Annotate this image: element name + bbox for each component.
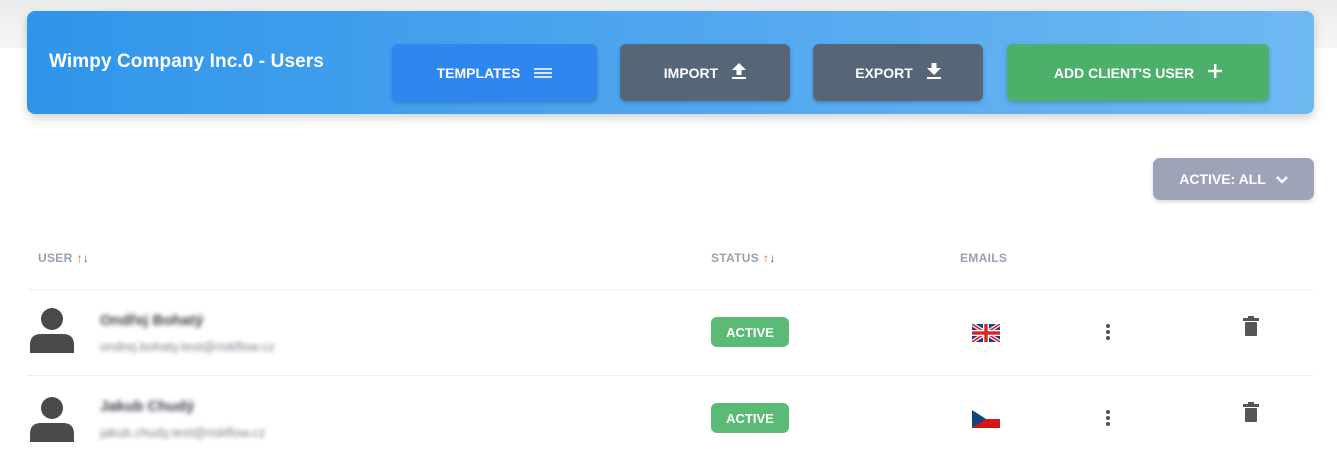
status-filter-label: ACTIVE: ALL [1179,171,1266,187]
sort-desc-icon[interactable]: ↓ [769,251,775,265]
list-icon [534,65,553,81]
czech-flag-icon[interactable] [972,410,1000,428]
templates-button[interactable]: TEMPLATES [392,44,597,101]
avatar [30,396,74,442]
column-header-status[interactable]: STATUS ↑↓ [711,251,776,265]
column-header-emails: EMAILS [960,251,1008,265]
import-button-label: IMPORT [663,64,719,81]
export-button-label: EXPORT [855,64,913,81]
status-badge: ACTIVE [711,317,789,347]
row-divider [27,375,1314,376]
row-divider [27,289,1314,290]
sort-desc-icon[interactable]: ↓ [83,251,89,265]
avatar [30,307,74,353]
upload-icon [732,63,747,82]
page-header: Wimpy Company Inc.0 - Users TEMPLATES IM… [27,11,1314,114]
more-options-icon[interactable] [1102,322,1114,342]
more-options-icon[interactable] [1102,408,1114,428]
add-client-user-button[interactable]: ADD CLIENT'S USER [1007,44,1269,101]
chevron-down-icon [1275,171,1288,187]
import-button[interactable]: IMPORT [620,44,790,101]
user-email: ondrej.bohaty.test@riskflow.cz [100,339,275,354]
download-icon [926,63,941,82]
delete-icon[interactable] [1243,402,1259,422]
status-badge: ACTIVE [711,403,789,433]
page-title: Wimpy Company Inc.0 - Users [49,51,324,72]
status-filter-dropdown[interactable]: ACTIVE: ALL [1153,158,1314,200]
export-button[interactable]: EXPORT [813,44,983,101]
templates-button-label: TEMPLATES [436,64,521,81]
delete-icon[interactable] [1243,316,1259,336]
add-client-user-button-label: ADD CLIENT'S USER [1053,64,1195,81]
uk-flag-icon[interactable] [970,322,1002,344]
user-name: Jakub Chudý [100,398,195,415]
column-header-user[interactable]: USER ↑↓ [38,251,89,265]
plus-icon [1208,64,1223,81]
user-name: Ondřej Bohatý [100,312,204,329]
user-email: jakub.chudy.test@riskflow.cz [100,425,266,440]
